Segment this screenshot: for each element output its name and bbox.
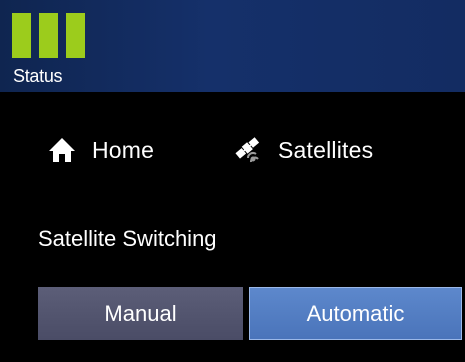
- nav-item-satellites[interactable]: Satellites: [232, 128, 373, 172]
- nav-item-home-label: Home: [92, 136, 155, 163]
- signal-bar: [66, 13, 85, 58]
- satellite-switching-toggle: Manual Automatic: [38, 287, 462, 340]
- signal-bar: [39, 13, 58, 58]
- status-label: Status: [13, 66, 63, 86]
- app-root: Status Home Satellites Satellite Switchi…: [0, 0, 465, 362]
- satellite-switching-label: Satellite Switching: [38, 226, 217, 251]
- nav-item-home[interactable]: Home: [46, 128, 154, 172]
- nav-item-satellites-label: Satellites: [278, 136, 374, 163]
- signal-bar: [12, 13, 31, 58]
- nav-bar: Home Satellites: [0, 128, 465, 172]
- satellite-icon: [235, 137, 260, 163]
- home-icon: [49, 138, 75, 162]
- status-banner: Status: [0, 0, 465, 92]
- signal-bars-icon: [12, 13, 85, 58]
- automatic-button[interactable]: Automatic: [249, 287, 462, 340]
- manual-button[interactable]: Manual: [38, 287, 243, 340]
